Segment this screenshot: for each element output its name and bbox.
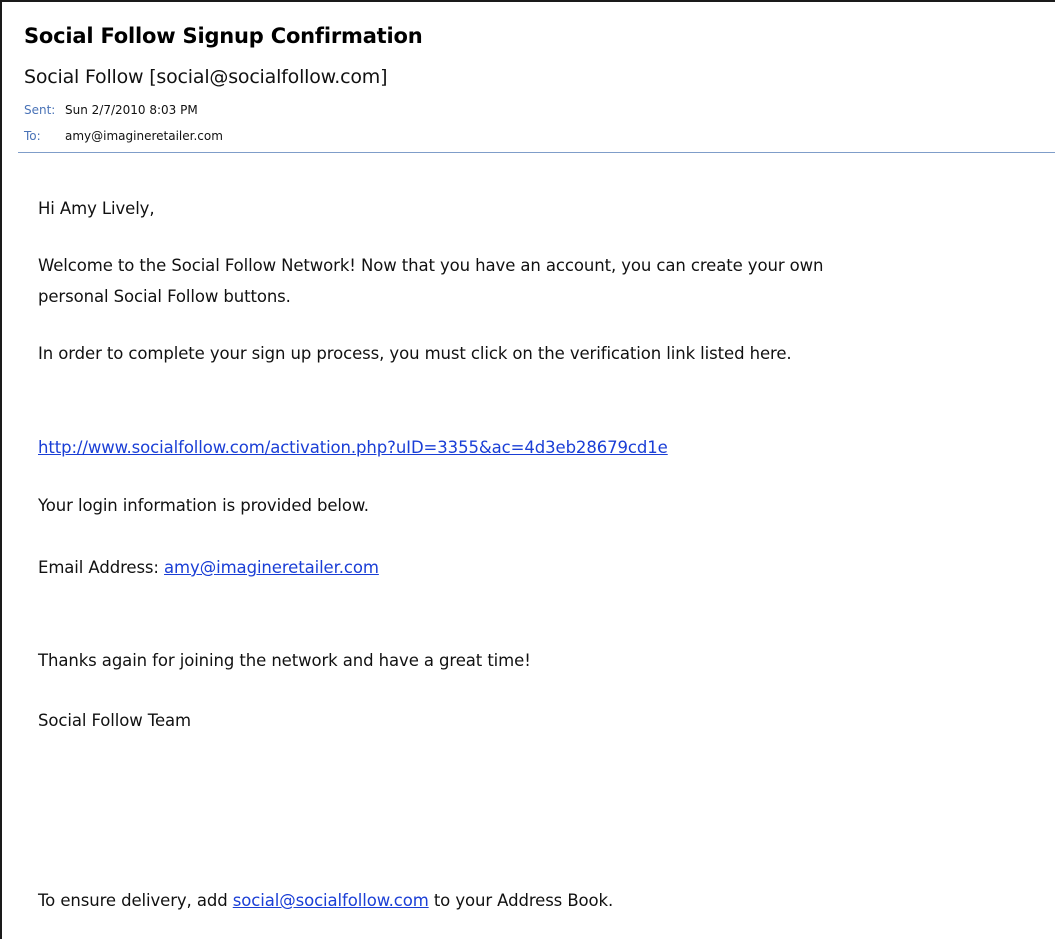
email-address-row: Email Address: amy@imagineretailer.com <box>38 558 379 577</box>
verification-link[interactable]: http://www.socialfollow.com/activation.p… <box>38 438 668 457</box>
delivery-note-suffix: to your Address Book. <box>428 891 614 910</box>
to-value[interactable]: amy@imagineretailer.com <box>65 129 223 143</box>
thanks-text: Thanks again for joining the network and… <box>38 651 531 670</box>
greeting-text: Hi Amy Lively, <box>38 199 155 218</box>
email-address-label: Email Address: <box>38 558 165 577</box>
email-sender[interactable]: Social Follow [social@socialfollow.com] <box>24 66 387 88</box>
sender-email-link[interactable]: social@socialfollow.com <box>233 891 429 910</box>
delivery-note-prefix: To ensure delivery, add <box>38 891 233 910</box>
welcome-text-line2: personal Social Follow buttons. <box>38 287 291 306</box>
sent-value: Sun 2/7/2010 8:03 PM <box>65 103 198 117</box>
email-subject: Social Follow Signup Confirmation <box>24 24 423 48</box>
delivery-note-row: To ensure delivery, add social@socialfol… <box>38 891 613 910</box>
header-divider <box>18 152 1055 153</box>
login-info-text: Your login information is provided below… <box>38 496 369 515</box>
sent-row: Sent: Sun 2/7/2010 8:03 PM <box>24 103 198 117</box>
instruction-text: In order to complete your sign up proces… <box>38 344 792 363</box>
verification-link-row: http://www.socialfollow.com/activation.p… <box>38 438 668 457</box>
to-row: To: amy@imagineretailer.com <box>24 129 223 143</box>
email-address-link[interactable]: amy@imagineretailer.com <box>164 558 379 577</box>
welcome-text-line1: Welcome to the Social Follow Network! No… <box>38 256 824 275</box>
to-label: To: <box>24 129 41 143</box>
signature-text: Social Follow Team <box>38 711 191 730</box>
sent-label: Sent: <box>24 103 56 117</box>
